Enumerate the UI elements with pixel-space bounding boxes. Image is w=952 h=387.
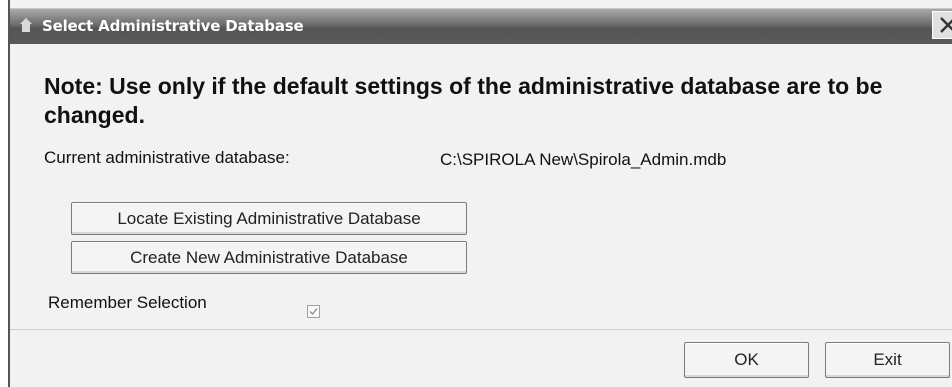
- title-bar[interactable]: Select Administrative Database: [10, 8, 952, 44]
- current-database-label: Current administrative database:: [44, 148, 290, 167]
- create-new-database-button[interactable]: Create New Administrative Database: [71, 241, 467, 274]
- remember-selection-checkbox[interactable]: [307, 305, 320, 318]
- window-title: Select Administrative Database: [42, 17, 304, 35]
- check-icon: [309, 308, 318, 315]
- dialog-body: Note: Use only if the default settings o…: [10, 44, 952, 387]
- app-icon: [20, 18, 32, 32]
- close-button[interactable]: [932, 11, 952, 39]
- current-database-path: C:\SPIROLA New\Spirola_Admin.mdb: [440, 150, 727, 169]
- note-text: Note: Use only if the default settings o…: [44, 73, 883, 128]
- close-icon: [940, 17, 952, 33]
- dialog-window: Select Administrative Database Note: Use…: [8, 0, 952, 387]
- locate-existing-database-button[interactable]: Locate Existing Administrative Database: [71, 202, 467, 235]
- exit-button[interactable]: Exit: [825, 342, 950, 378]
- remember-selection-label: Remember Selection: [48, 293, 207, 312]
- ok-button[interactable]: OK: [684, 342, 809, 378]
- footer-divider: [10, 329, 952, 330]
